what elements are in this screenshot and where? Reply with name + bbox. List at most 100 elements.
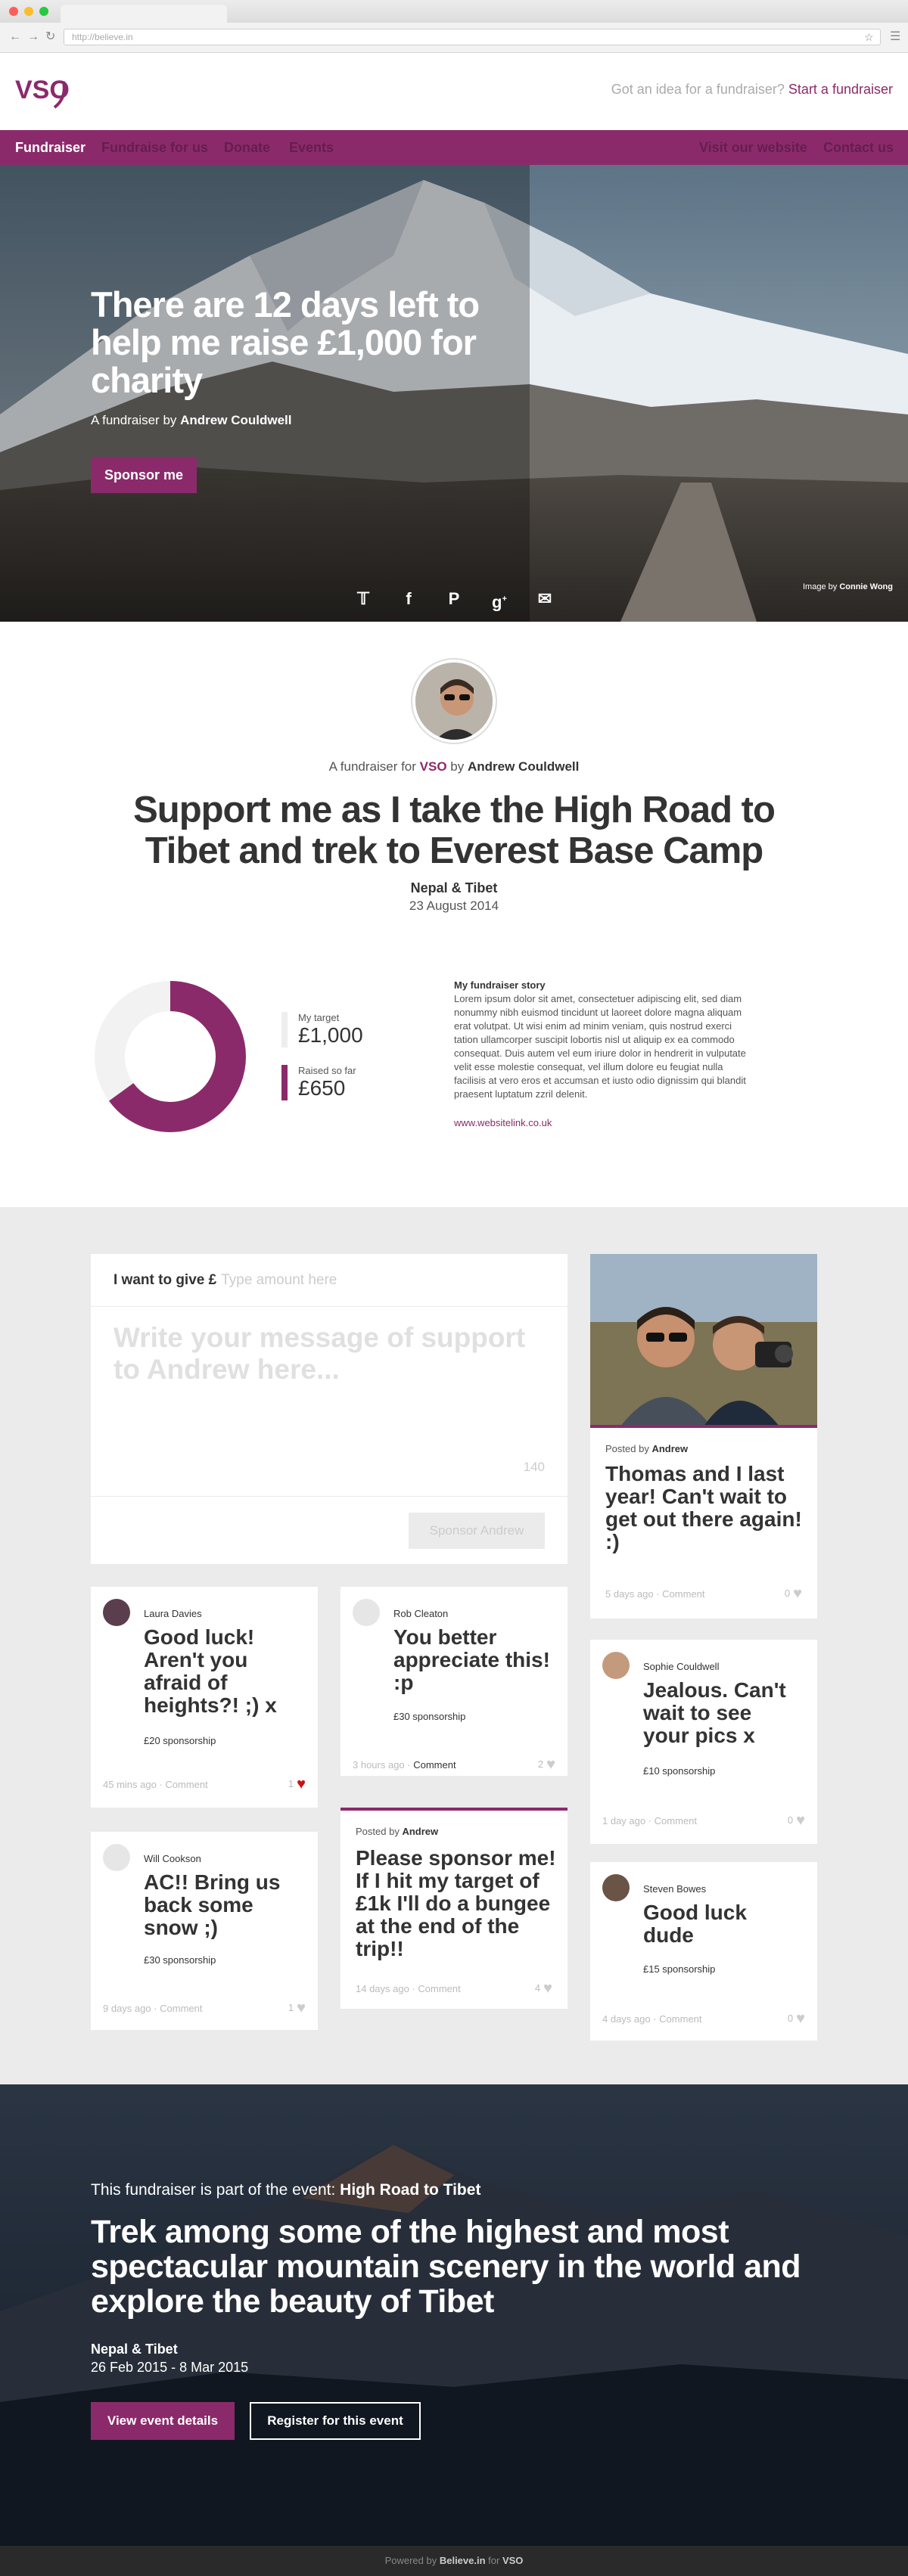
- like-counter[interactable]: 2 ♥: [538, 1756, 555, 1774]
- comment-link[interactable]: Comment: [655, 1815, 697, 1826]
- nav-fundraise-for-us[interactable]: Fundraise for us: [101, 140, 208, 156]
- sponsor-name[interactable]: Laura Davies: [144, 1608, 202, 1619]
- post-time: 5 days ago: [605, 1588, 654, 1600]
- raised-value: £650: [298, 1076, 346, 1100]
- comment-link[interactable]: Comment: [165, 1779, 207, 1790]
- give-label: I want to give £: [114, 1272, 217, 1288]
- avatar: [103, 1844, 130, 1871]
- card-meta: 9 days ago · Comment: [103, 2003, 203, 2014]
- sponsor-name[interactable]: Sophie Couldwell: [643, 1661, 719, 1672]
- amount-row: I want to give £ Type amount here: [91, 1254, 568, 1307]
- sponsor-amount: £15 sponsorship: [643, 1963, 716, 1975]
- like-counter[interactable]: 1 ♥: [288, 2000, 306, 2017]
- vso-logo[interactable]: VSO: [14, 68, 74, 113]
- nav-fundraiser[interactable]: Fundraiser: [15, 140, 86, 156]
- character-count: 140: [523, 1460, 545, 1474]
- fundraiser-story: My fundraiser story Lorem ipsum dolor si…: [454, 979, 757, 1130]
- post-accent-bar: [590, 1425, 817, 1428]
- credit-name: Connie Wong: [839, 582, 893, 591]
- minimize-window-icon[interactable]: [24, 7, 33, 16]
- post-author[interactable]: Andrew: [402, 1826, 438, 1837]
- target-label: My target: [298, 1012, 340, 1023]
- byline-name[interactable]: Andrew Couldwell: [180, 413, 291, 427]
- url-bar[interactable]: http://believe.in: [64, 29, 881, 45]
- reload-icon[interactable]: ↻: [45, 29, 55, 45]
- event-name-link[interactable]: High Road to Tibet: [340, 2181, 480, 2199]
- target-value: £1,000: [298, 1023, 363, 1047]
- fundraiser-profile: A fundraiser for VSO by Andrew Couldwell…: [0, 622, 908, 1207]
- sponsor-name[interactable]: Rob Cleaton: [393, 1608, 448, 1619]
- google-plus-icon[interactable]: g+: [489, 588, 510, 611]
- footer-brand-link[interactable]: Believe.in: [440, 2555, 486, 2566]
- story-link[interactable]: www.websitelink.co.uk: [454, 1116, 757, 1130]
- comment-link[interactable]: Comment: [160, 2003, 202, 2014]
- pinterest-icon[interactable]: P: [443, 588, 465, 610]
- event-location: Nepal & Tibet: [91, 2342, 178, 2357]
- sponsor-name[interactable]: Will Cookson: [144, 1853, 201, 1864]
- hero-title: There are 12 days left to help me raise …: [91, 284, 480, 400]
- back-icon[interactable]: ←: [9, 29, 21, 45]
- forward-icon[interactable]: →: [27, 29, 39, 45]
- posted-by: Posted by Andrew: [356, 1826, 438, 1837]
- like-counter[interactable]: 0 ♥: [788, 2010, 805, 2028]
- card-time: 3 hours ago: [353, 1759, 405, 1771]
- heart-icon[interactable]: ♥: [796, 2010, 805, 2028]
- bookmark-star-icon[interactable]: ☆: [864, 29, 874, 45]
- comment-link[interactable]: Comment: [418, 1983, 460, 1994]
- nav-donate[interactable]: Donate: [224, 140, 270, 156]
- maximize-window-icon[interactable]: [39, 7, 48, 16]
- post-meta: 5 days ago · Comment: [605, 1588, 705, 1600]
- footer-prefix: Powered by: [384, 2555, 437, 2566]
- donation-form: I want to give £ Type amount here Write y…: [91, 1254, 568, 1564]
- message-input[interactable]: Write your message of support to Andrew …: [114, 1322, 545, 1386]
- sponsor-andrew-button[interactable]: Sponsor Andrew: [409, 1513, 545, 1549]
- fundraiser-name[interactable]: Andrew Couldwell: [468, 759, 579, 774]
- amount-input[interactable]: Type amount here: [221, 1272, 337, 1288]
- like-counter[interactable]: 4 ♥: [535, 1980, 552, 1997]
- post-message: Thomas and I last year! Can't wait to ge…: [605, 1462, 802, 1553]
- nav-visit-website[interactable]: Visit our website: [699, 140, 807, 156]
- message-card-steven: Steven Bowes Good luck dude £15 sponsors…: [590, 1862, 817, 2041]
- browser-chrome: ← → ↻ http://believe.in ☆ ☰: [0, 0, 908, 53]
- story-body: Lorem ipsum dolor sit amet, consectetuer…: [454, 993, 746, 1100]
- facebook-icon[interactable]: f: [398, 588, 419, 610]
- footer-for: for: [488, 2555, 500, 2566]
- heart-icon[interactable]: ♥: [546, 1756, 555, 1774]
- like-counter[interactable]: 1 ♥: [288, 1776, 306, 1793]
- twitter-icon[interactable]: 𝕋: [353, 588, 374, 610]
- footer-charity: VSO: [502, 2555, 524, 2566]
- sponsor-amount: £30 sponsorship: [144, 1954, 216, 1966]
- sponsor-name[interactable]: Steven Bowes: [643, 1883, 706, 1895]
- browser-tab[interactable]: [61, 5, 227, 23]
- heart-icon[interactable]: ♥: [543, 1980, 552, 1997]
- email-icon[interactable]: ✉: [534, 588, 555, 610]
- post-photo[interactable]: [590, 1254, 817, 1426]
- close-window-icon[interactable]: [9, 7, 18, 16]
- menu-icon[interactable]: ☰: [890, 29, 900, 45]
- form-divider: [91, 1496, 568, 1497]
- start-fundraiser-link[interactable]: Start a fundraiser: [788, 82, 893, 97]
- progress-donut: [95, 981, 246, 1132]
- comment-link[interactable]: Comment: [413, 1759, 456, 1771]
- event-intro: This fundraiser is part of the event: Hi…: [91, 2181, 480, 2199]
- like-counter[interactable]: 0 ♥: [788, 1812, 805, 1830]
- like-counter[interactable]: 0 ♥: [785, 1585, 802, 1603]
- image-credit: Image by Connie Wong: [803, 582, 893, 591]
- post-author[interactable]: Andrew: [651, 1443, 688, 1454]
- sponsor-me-button[interactable]: Sponsor me: [91, 457, 197, 493]
- charity-link[interactable]: VSO: [420, 759, 447, 774]
- nav-contact-us[interactable]: Contact us: [823, 140, 894, 156]
- heart-icon[interactable]: ♥: [297, 1776, 306, 1793]
- sponsor-amount: £30 sponsorship: [393, 1711, 466, 1722]
- nav-events[interactable]: Events: [289, 140, 334, 156]
- url-text: http://believe.in: [72, 32, 133, 42]
- register-event-button[interactable]: Register for this event: [250, 2402, 421, 2440]
- heart-icon[interactable]: ♥: [793, 1585, 802, 1603]
- photo-post-card: Posted by Andrew Thomas and I last year!…: [590, 1254, 817, 1619]
- view-event-details-button[interactable]: View event details: [91, 2402, 235, 2440]
- heart-icon[interactable]: ♥: [796, 1812, 805, 1830]
- comment-link[interactable]: Comment: [662, 1588, 704, 1600]
- heart-icon[interactable]: ♥: [297, 2000, 306, 2017]
- comment-link[interactable]: Comment: [659, 2013, 701, 2025]
- main-nav: Fundraiser Fundraise for us Donate Event…: [0, 130, 908, 165]
